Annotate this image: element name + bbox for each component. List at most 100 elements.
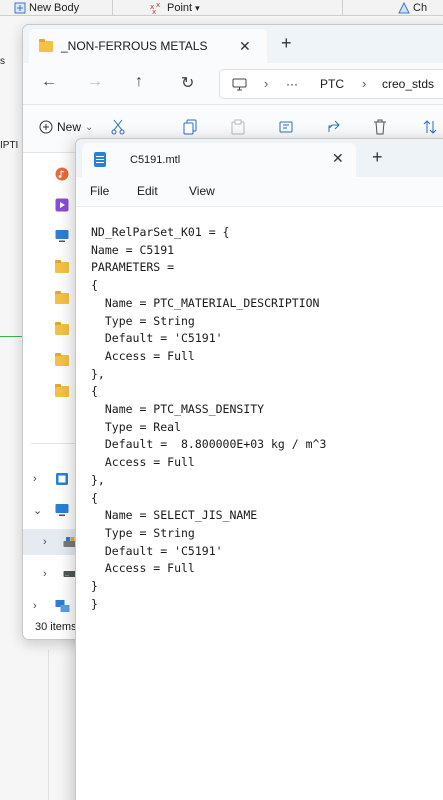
forward-button[interactable]: →	[87, 73, 103, 91]
breadcrumb-separator: ›	[362, 76, 367, 91]
chevron-down-icon: ⌄	[85, 121, 94, 133]
notepad-text-editor[interactable]: ND_RelParSet_K01 = {Name = C5191 PARAMETE…	[76, 207, 443, 800]
cut-icon[interactable]	[111, 119, 125, 135]
text-line: }	[91, 579, 98, 594]
chevron-down-icon[interactable]: ⌄	[33, 504, 42, 517]
notepad-text-content[interactable]: ND_RelParSet_K01 = {Name = C5191 PARAMETE…	[91, 224, 326, 613]
network-icon	[55, 600, 70, 612]
text-line: {	[91, 490, 98, 505]
folder-icon	[39, 38, 53, 52]
desktop-icon	[55, 230, 69, 242]
back-button[interactable]: ←	[41, 73, 57, 91]
text-line: Default = 'C5191'	[91, 331, 223, 346]
text-line: Type = String	[91, 313, 195, 328]
explorer-tab[interactable]: _NON-FERROUS METALS ✕	[29, 29, 267, 63]
cad-divider	[48, 650, 49, 800]
notepad-window: C5191.mtl ✕ + File Edit View ND_RelParSe…	[75, 138, 443, 800]
nav-item-gallery[interactable]: ›	[23, 466, 79, 492]
computer-icon	[55, 504, 69, 516]
nav-item-desktop[interactable]	[23, 223, 79, 249]
computer-icon	[232, 78, 247, 91]
new-body-label: New Body	[29, 2, 80, 14]
svg-text:x: x	[156, 2, 160, 9]
chevron-right-icon[interactable]: ›	[33, 600, 37, 612]
rename-icon[interactable]	[279, 119, 293, 135]
cad-model-edge	[0, 336, 24, 337]
address-bar[interactable]: › ··· PTC › creo_stds	[219, 69, 443, 99]
notepad-tab-title: C5191.mtl	[130, 154, 181, 166]
text-line: Access = Full	[91, 348, 195, 363]
explorer-navigation-pane: › ⌄ › › ›	[23, 153, 79, 613]
nav-item-local-disk[interactable]: ›	[23, 529, 79, 555]
menu-file[interactable]: File	[90, 184, 109, 198]
explorer-navigation-bar: ← → ↑ ↻ › ··· PTC › creo_stds	[23, 63, 443, 105]
text-line: {	[91, 278, 98, 293]
breadcrumb-separator: ›	[264, 76, 269, 91]
chamfer-label: Ch	[413, 2, 428, 14]
chevron-right-icon[interactable]: ›	[43, 568, 47, 580]
sort-icon[interactable]	[423, 119, 437, 135]
copy-icon[interactable]	[183, 119, 197, 135]
notepad-tab[interactable]: C5191.mtl ✕	[82, 143, 356, 177]
point-icon: x xx	[150, 2, 160, 14]
point-label: Point	[167, 2, 193, 14]
text-line: Name = PTC_MASS_DENSITY	[91, 402, 265, 417]
nav-item-folder[interactable]	[23, 316, 79, 342]
cad-side-label: s	[0, 56, 5, 67]
folder-icon	[55, 321, 69, 335]
breadcrumb-more[interactable]: ···	[286, 77, 298, 91]
folder-icon	[55, 259, 69, 273]
item-count: 30 items	[35, 621, 77, 633]
nav-item-folder[interactable]	[23, 254, 79, 280]
close-icon[interactable]: ✕	[332, 150, 344, 167]
chamfer-icon	[398, 2, 410, 14]
up-button[interactable]: ↑	[135, 73, 143, 91]
explorer-tab-title: _NON-FERROUS METALS	[61, 39, 208, 53]
plus-circle-icon	[39, 120, 53, 134]
new-button[interactable]: New ⌄	[39, 120, 93, 134]
nav-item-videos[interactable]	[23, 192, 79, 218]
text-line: Type = Real	[91, 419, 182, 434]
text-line: Name = C5191	[91, 242, 175, 257]
chamfer-button[interactable]: Ch	[398, 0, 427, 16]
notepad-menu-bar: File Edit View	[76, 177, 443, 207]
text-line: Default = 8.800000E+03 kg / m^3	[91, 437, 327, 452]
notepad-tab-bar: C5191.mtl ✕ +	[76, 139, 443, 177]
text-line: },	[91, 472, 105, 487]
cad-side-label: IPTI	[0, 140, 19, 151]
breadcrumb-ptc[interactable]: PTC	[320, 77, 344, 91]
new-button-label: New	[57, 120, 82, 134]
explorer-tab-bar: _NON-FERROUS METALS ✕ +	[23, 25, 443, 63]
nav-item-folder[interactable]	[23, 285, 79, 311]
menu-edit[interactable]: Edit	[137, 184, 158, 198]
notepad-icon	[94, 152, 106, 167]
text-line: PARAMETERS =	[91, 260, 175, 275]
new-body-button[interactable]: New Body	[14, 0, 79, 16]
breadcrumb-creo-stds[interactable]: creo_stds	[382, 77, 434, 91]
text-line: },	[91, 366, 105, 381]
text-line: Name = SELECT_JIS_NAME	[91, 508, 258, 523]
folder-icon	[55, 352, 69, 366]
new-tab-button[interactable]: +	[281, 33, 292, 54]
text-line: {	[91, 384, 98, 399]
close-icon[interactable]: ✕	[239, 38, 251, 55]
chevron-right-icon[interactable]: ›	[33, 473, 37, 485]
menu-view[interactable]: View	[189, 184, 215, 198]
music-icon	[55, 167, 69, 181]
gallery-icon	[56, 473, 68, 485]
nav-item-music[interactable]	[23, 161, 79, 187]
share-icon[interactable]	[327, 119, 341, 135]
nav-item-folder[interactable]	[23, 347, 79, 373]
new-tab-button[interactable]: +	[372, 147, 383, 168]
refresh-button[interactable]: ↻	[181, 73, 194, 93]
nav-item-folder[interactable]	[23, 378, 79, 404]
delete-icon[interactable]	[373, 119, 387, 135]
point-button[interactable]: xxx Point ▾	[150, 0, 200, 16]
nav-item-drive[interactable]: ›	[23, 561, 79, 587]
point-dropdown-icon[interactable]: ▾	[195, 3, 200, 14]
folder-icon	[55, 383, 69, 397]
nav-item-this-pc[interactable]: ⌄	[23, 497, 79, 523]
cad-toolbar: New Body xxx Point ▾ Ch	[0, 0, 443, 16]
paste-icon[interactable]	[231, 119, 245, 135]
chevron-right-icon[interactable]: ›	[43, 536, 47, 548]
